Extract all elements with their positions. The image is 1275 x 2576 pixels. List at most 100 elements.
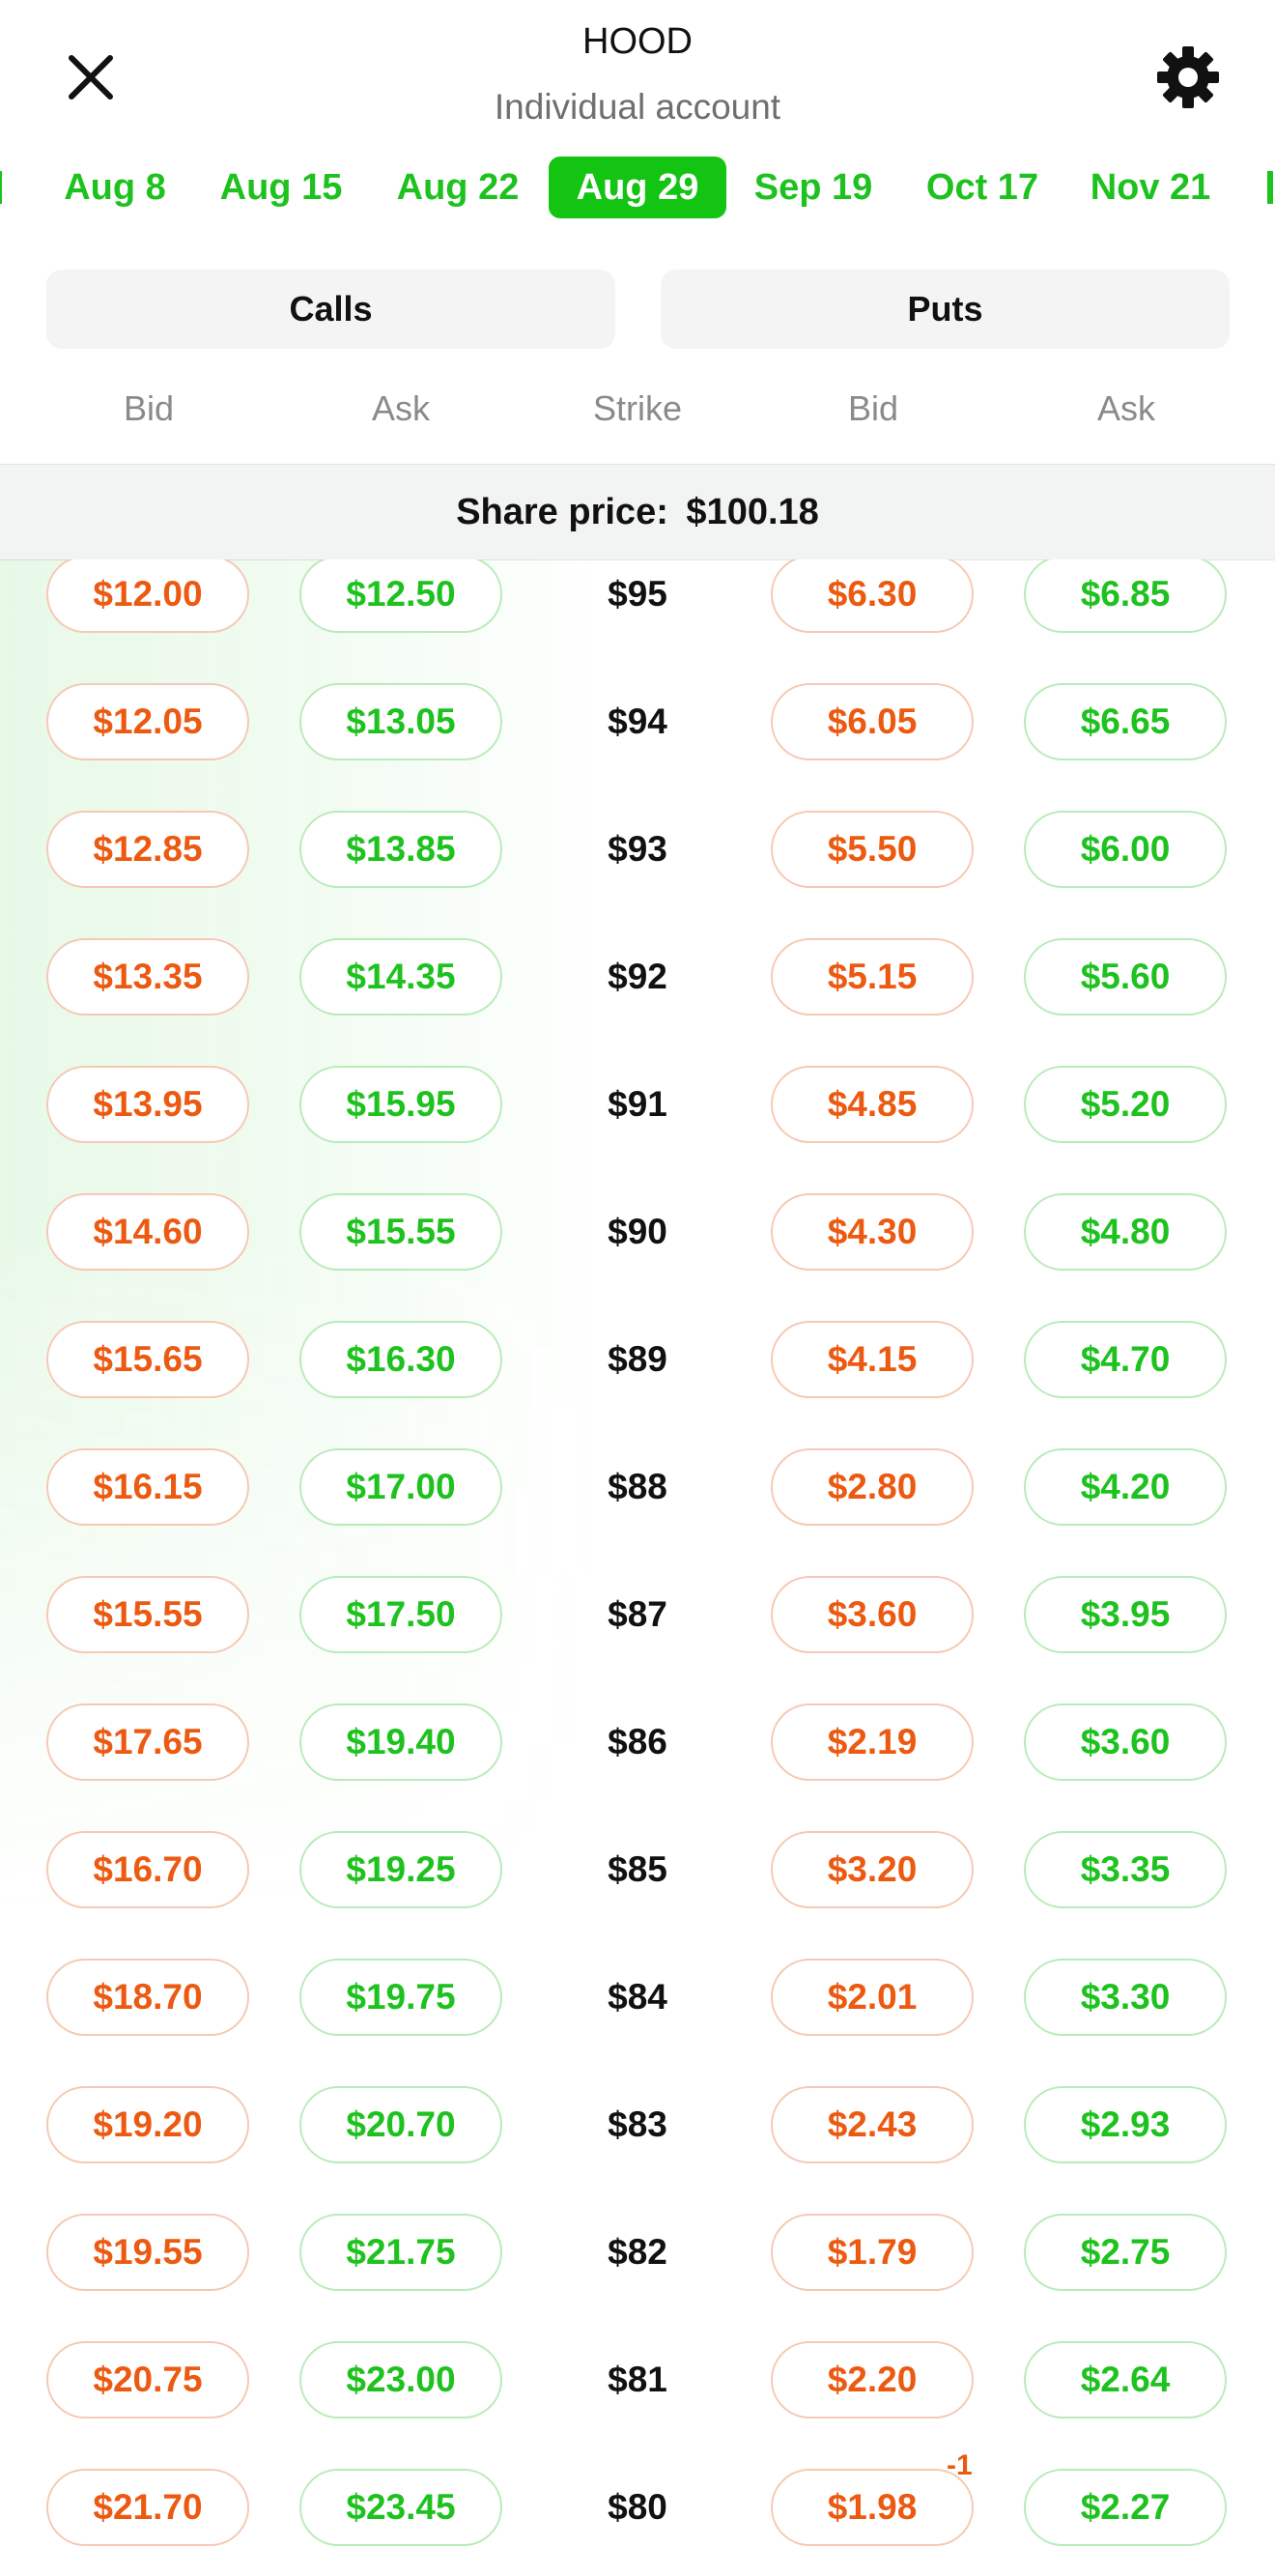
- strike-price: $84: [608, 1977, 667, 2017]
- tab-expiration-next-partial[interactable]: [1265, 157, 1275, 218]
- put-ask-button[interactable]: $4.20: [1024, 1448, 1227, 1526]
- put-ask-button[interactable]: $6.65: [1024, 683, 1227, 760]
- put-bid-button[interactable]: $5.50: [771, 811, 974, 888]
- put-ask-button[interactable]: $6.85: [1024, 559, 1227, 633]
- tab-expiration[interactable]: Nov 21: [1080, 157, 1221, 218]
- tab-expiration-selected[interactable]: Aug 29: [549, 157, 726, 218]
- call-bid-button[interactable]: $21.70: [46, 2469, 249, 2546]
- call-ask-button[interactable]: $13.85: [299, 811, 502, 888]
- put-ask-button[interactable]: $5.60: [1024, 938, 1227, 1016]
- put-bid-button[interactable]: $6.05: [771, 683, 974, 760]
- expiration-tabs: Aug 8 Aug 15 Aug 22 Aug 29 Sep 19 Oct 17…: [0, 155, 1275, 222]
- strike-price: $91: [608, 1084, 667, 1124]
- call-bid-button[interactable]: $12.85: [46, 811, 249, 888]
- call-bid-button[interactable]: $13.95: [46, 1066, 249, 1143]
- tab-expiration[interactable]: Oct 17: [918, 157, 1047, 218]
- put-bid-button[interactable]: $1.79: [771, 2214, 974, 2291]
- put-bid-button[interactable]: $2.43: [771, 2086, 974, 2163]
- put-ask-button[interactable]: $5.20: [1024, 1066, 1227, 1143]
- put-bid-button[interactable]: $2.80: [771, 1448, 974, 1526]
- put-bid-button[interactable]: $2.20: [771, 2341, 974, 2419]
- tab-expiration[interactable]: Sep 19: [746, 157, 881, 218]
- put-bid-button[interactable]: $1.98: [771, 2469, 974, 2546]
- put-bid-button[interactable]: $3.60: [771, 1576, 974, 1653]
- strike-price: $92: [608, 957, 667, 996]
- account-subtitle: Individual account: [494, 87, 781, 127]
- call-ask-button[interactable]: $17.00: [299, 1448, 502, 1526]
- tab-expiration-prev-partial[interactable]: [0, 157, 4, 218]
- call-ask-button[interactable]: $12.50: [299, 559, 502, 633]
- call-ask-button[interactable]: $19.25: [299, 1831, 502, 1908]
- share-price-value: $100.18: [686, 492, 819, 532]
- call-bid-button[interactable]: $12.00: [46, 559, 249, 633]
- strike-price: $87: [608, 1594, 667, 1634]
- column-header-put-ask: Ask: [1096, 388, 1155, 428]
- call-bid-button[interactable]: $16.15: [46, 1448, 249, 1526]
- call-bid-button[interactable]: $19.20: [46, 2086, 249, 2163]
- call-ask-button[interactable]: $19.75: [299, 1959, 502, 2036]
- put-ask-button[interactable]: $3.30: [1024, 1959, 1227, 2036]
- call-bid-button[interactable]: $20.75: [46, 2341, 249, 2419]
- share-price-label: Share price:: [456, 492, 668, 532]
- call-bid-button[interactable]: $18.70: [46, 1959, 249, 2036]
- strike-price: $85: [608, 1849, 667, 1889]
- put-ask-button[interactable]: $2.64: [1024, 2341, 1227, 2419]
- strike-price: $94: [608, 701, 667, 741]
- put-ask-button[interactable]: $2.27: [1024, 2469, 1227, 2546]
- put-ask-button[interactable]: $4.80: [1024, 1193, 1227, 1271]
- put-ask-button[interactable]: $2.75: [1024, 2214, 1227, 2291]
- put-bid-button[interactable]: $4.85: [771, 1066, 974, 1143]
- call-ask-button[interactable]: $21.75: [299, 2214, 502, 2291]
- tab-expiration[interactable]: Aug 22: [386, 157, 529, 218]
- options-chain: $12.00 $12.50 $6.30 $6.85 $95 $12.05 $13.05 $6.…: [0, 559, 1275, 2576]
- call-bid-button[interactable]: $16.70: [46, 1831, 249, 1908]
- calls-button[interactable]: Calls: [46, 270, 615, 349]
- put-bid-button[interactable]: $3.20: [771, 1831, 974, 1908]
- put-ask-button[interactable]: $3.60: [1024, 1703, 1227, 1781]
- call-ask-button[interactable]: $14.35: [299, 938, 502, 1016]
- share-price-bar: Share price: $100.18: [0, 464, 1275, 560]
- call-ask-button[interactable]: $17.50: [299, 1576, 502, 1653]
- strike-price: $93: [608, 829, 667, 869]
- strike-price: $90: [608, 1212, 667, 1251]
- option-row: $21.70 $23.45 $1.98 $2.27 $80 -1: [0, 2449, 1275, 2576]
- call-ask-button[interactable]: $19.40: [299, 1703, 502, 1781]
- strike-price: $88: [608, 1467, 667, 1506]
- call-bid-button[interactable]: $17.65: [46, 1703, 249, 1781]
- put-bid-button[interactable]: $4.30: [771, 1193, 974, 1271]
- put-bid-button[interactable]: $2.19: [771, 1703, 974, 1781]
- put-bid-button[interactable]: $5.15: [771, 938, 974, 1016]
- tab-expiration[interactable]: Aug 8: [52, 157, 178, 218]
- strike-price: $86: [608, 1722, 667, 1761]
- strike-price: $82: [608, 2232, 667, 2272]
- call-bid-button[interactable]: $15.55: [46, 1576, 249, 1653]
- header: HOOD Individual account: [0, 0, 1275, 145]
- put-ask-button[interactable]: $2.93: [1024, 2086, 1227, 2163]
- tab-expiration[interactable]: Aug 15: [211, 157, 352, 218]
- put-bid-button[interactable]: $2.01: [771, 1959, 974, 2036]
- call-bid-button[interactable]: $15.65: [46, 1321, 249, 1398]
- call-ask-button[interactable]: $23.45: [299, 2469, 502, 2546]
- call-ask-button[interactable]: $20.70: [299, 2086, 502, 2163]
- put-bid-button[interactable]: $4.15: [771, 1321, 974, 1398]
- puts-button[interactable]: Puts: [661, 270, 1230, 349]
- put-ask-button[interactable]: $3.95: [1024, 1576, 1227, 1653]
- strike-price: $89: [608, 1339, 667, 1379]
- column-header-call-bid: Bid: [123, 388, 175, 428]
- call-bid-button[interactable]: $14.60: [46, 1193, 249, 1271]
- call-ask-button[interactable]: $15.55: [299, 1193, 502, 1271]
- put-ask-button[interactable]: $6.00: [1024, 811, 1227, 888]
- call-bid-button[interactable]: $13.35: [46, 938, 249, 1016]
- call-ask-button[interactable]: $15.95: [299, 1066, 502, 1143]
- strike-price: $83: [608, 2104, 667, 2144]
- put-bid-button[interactable]: $6.30: [771, 559, 974, 633]
- call-bid-button[interactable]: $12.05: [46, 683, 249, 760]
- call-ask-button[interactable]: $23.00: [299, 2341, 502, 2419]
- call-bid-button[interactable]: $19.55: [46, 2214, 249, 2291]
- call-ask-button[interactable]: $16.30: [299, 1321, 502, 1398]
- gear-icon[interactable]: [1155, 44, 1221, 110]
- put-ask-button[interactable]: $3.35: [1024, 1831, 1227, 1908]
- call-ask-button[interactable]: $13.05: [299, 683, 502, 760]
- put-ask-button[interactable]: $4.70: [1024, 1321, 1227, 1398]
- strike-price: $80: [608, 2487, 667, 2527]
